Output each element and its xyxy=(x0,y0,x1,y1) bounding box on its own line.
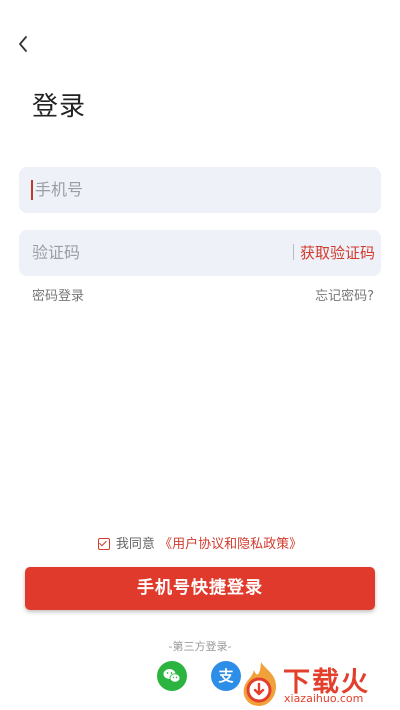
get-code-button[interactable]: 获取验证码 xyxy=(292,230,375,276)
watermark-domain: xiazaihuo.com xyxy=(284,692,364,705)
wechat-login-button[interactable] xyxy=(157,661,187,691)
watermark-logo: 下载火 xiazaihuo.com xyxy=(236,658,400,710)
chevron-left-icon xyxy=(19,36,27,52)
phone-field[interactable]: 手机号 xyxy=(19,167,381,213)
phone-placeholder: 手机号 xyxy=(35,180,84,199)
get-code-label: 获取验证码 xyxy=(299,244,375,262)
third-party-label: -第三方登录- xyxy=(168,640,232,653)
password-login-link[interactable]: 密码登录 xyxy=(32,285,84,304)
text-cursor xyxy=(31,180,33,200)
forgot-password-link[interactable]: 忘记密码? xyxy=(315,285,374,304)
divider xyxy=(292,244,294,260)
verification-code-field[interactable]: 验证码 获取验证码 xyxy=(19,230,381,276)
wechat-icon xyxy=(163,669,181,683)
page-title: 登录 xyxy=(32,92,87,122)
agreement-prefix: 我同意 xyxy=(115,537,155,552)
flame-logo-icon xyxy=(243,662,276,706)
alipay-icon: 支 xyxy=(218,667,234,685)
agreement-checkbox[interactable] xyxy=(97,537,110,550)
quick-login-button[interactable]: 手机号快捷登录 xyxy=(25,567,375,610)
agreement-row: 我同意 《用户协议和隐私政策》 xyxy=(0,533,400,552)
back-button[interactable] xyxy=(12,32,36,56)
code-placeholder: 验证码 xyxy=(32,243,81,262)
policy-link[interactable]: 《用户协议和隐私政策》 xyxy=(159,537,302,552)
